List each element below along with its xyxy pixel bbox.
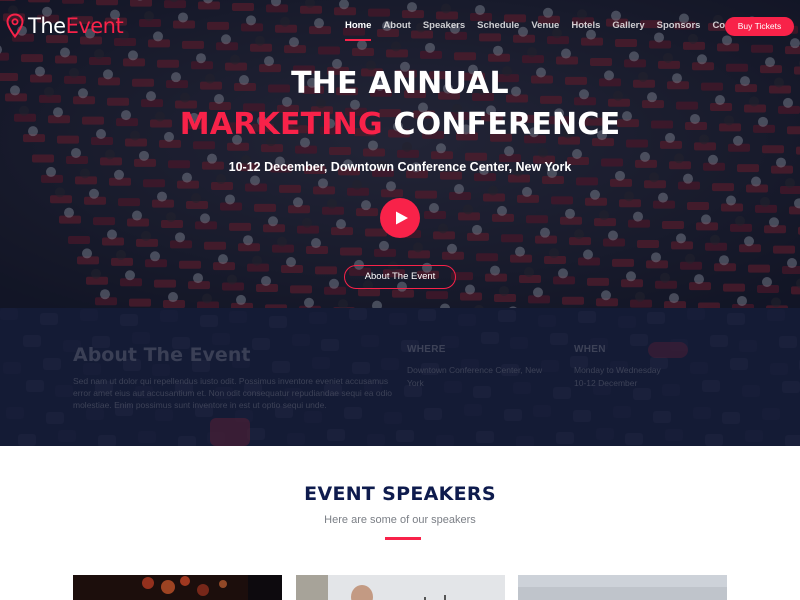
- speaker-card-photo[interactable]: [73, 575, 282, 600]
- speakers-title: Event Speakers: [304, 483, 496, 505]
- brand-logo[interactable]: TheEvent: [6, 12, 124, 40]
- speaker-photo: [296, 575, 505, 600]
- about-title: About The Event: [73, 344, 251, 366]
- hero-title-line1: THE ANNUAL: [291, 66, 509, 101]
- speakers-section: Event Speakers Here are some of our spea…: [0, 446, 800, 600]
- when-block: When Monday to Wednesday 10-12 December: [574, 344, 724, 389]
- speakers-subtitle: Here are some of our speakers: [324, 514, 476, 526]
- hero-title-line2: MARKETING CONFERENCE: [0, 107, 800, 142]
- map-pin-icon: [6, 13, 24, 39]
- when-value-days: Monday to Wednesday: [574, 365, 661, 375]
- hero-title-accent: MARKETING: [179, 107, 383, 142]
- where-value: Downtown Conference Center, New York: [407, 365, 543, 388]
- nav-gallery[interactable]: Gallery: [612, 19, 644, 35]
- about-section: About The Event Sed nam ut dolor qui rep…: [0, 308, 800, 446]
- brand-name: TheEvent: [28, 14, 124, 38]
- about-event-button[interactable]: About The Event: [344, 265, 456, 289]
- nav-hotels[interactable]: Hotels: [571, 19, 600, 35]
- play-video-button[interactable]: [380, 198, 420, 238]
- hero-section: TheEvent Home About Speakers Schedule Ve…: [0, 0, 800, 308]
- speaker-photo: [73, 575, 282, 600]
- hero-subtitle: 10-12 December, Downtown Conference Cent…: [228, 160, 572, 174]
- when-label: When: [574, 344, 606, 355]
- speaker-card-photo[interactable]: [518, 575, 727, 600]
- about-description: Sed nam ut dolor qui repellendus iusto o…: [73, 376, 392, 411]
- buy-tickets-button[interactable]: Buy Tickets: [725, 17, 794, 36]
- where-block: Where Downtown Conference Center, New Yo…: [407, 344, 557, 389]
- speakers-divider: [385, 537, 421, 540]
- nav-sponsors[interactable]: Sponsors: [657, 19, 701, 35]
- play-icon: [395, 211, 408, 225]
- main-nav: Home About Speakers Schedule Venue Hotel…: [345, 19, 760, 41]
- nav-venue[interactable]: Venue: [531, 19, 559, 35]
- nav-schedule[interactable]: Schedule: [477, 19, 519, 35]
- hero-overlay: [0, 0, 800, 308]
- where-label: Where: [407, 344, 446, 355]
- when-value-dates: 10-12 December: [574, 377, 638, 388]
- nav-home[interactable]: Home: [345, 19, 372, 41]
- hero-title-rest: CONFERENCE: [382, 107, 621, 142]
- nav-about[interactable]: About: [383, 19, 410, 35]
- when-value: Monday to Wednesday 10-12 December: [574, 364, 724, 389]
- nav-speakers[interactable]: Speakers: [423, 19, 465, 35]
- speaker-card-photo[interactable]: [296, 575, 505, 600]
- speaker-photo: [518, 575, 727, 600]
